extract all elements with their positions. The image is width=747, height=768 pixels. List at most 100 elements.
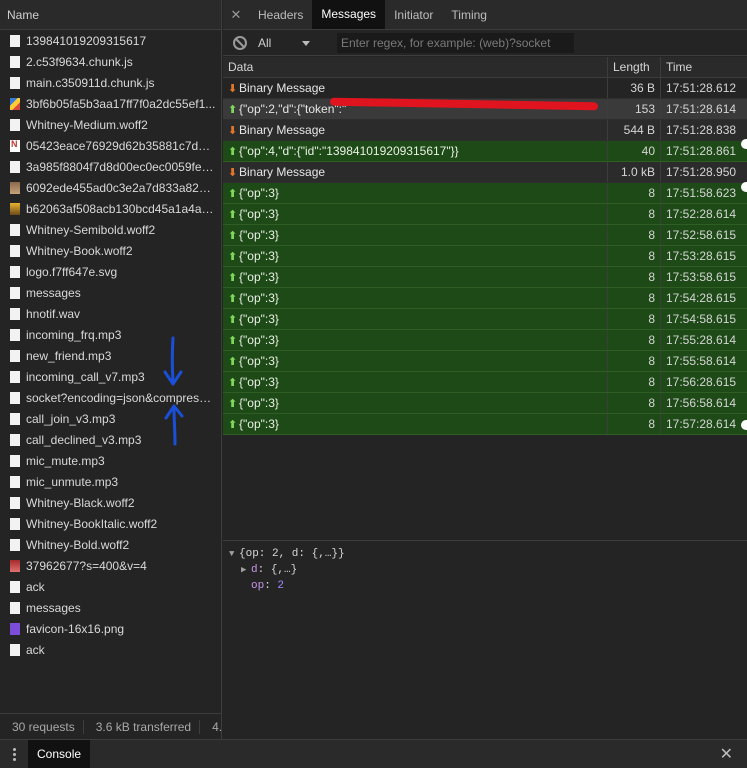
collapse-triangle-icon[interactable]: ▶ xyxy=(241,565,251,575)
message-time: 17:51:28.950 xyxy=(666,165,737,179)
message-row[interactable]: ⬆ {"op":3} 8 17:54:28.615 xyxy=(223,288,747,309)
close-icon[interactable]: ✕ xyxy=(223,0,249,29)
close-drawer-icon[interactable]: ✕ xyxy=(720,744,733,764)
resource-size: 4.6 xyxy=(212,719,221,734)
message-data-cell: ⬆ {"op":3} xyxy=(223,309,608,329)
length-column-header[interactable]: Length xyxy=(608,57,661,77)
message-row[interactable]: ⬆ {"op":4,"d":{"id":"139841019209315617"}… xyxy=(223,141,747,162)
request-row[interactable]: hnotif.wav xyxy=(0,303,221,324)
request-row[interactable]: 3bf6b05fa5b3aa17ff7f0a2dc55ef1... xyxy=(0,93,221,114)
expand-triangle-icon[interactable]: ▼ xyxy=(229,549,239,559)
request-name: 37962677?s=400&v=4 xyxy=(26,558,147,573)
message-data-cell: ⬆ {"op":3} xyxy=(223,225,608,245)
request-name: Whitney-Book.woff2 xyxy=(26,243,133,258)
request-row[interactable]: 3a985f8804f7d8d00ec0ec0059feff... xyxy=(0,156,221,177)
name-column-header[interactable]: Name xyxy=(0,0,221,30)
tab-initiator[interactable]: Initiator xyxy=(385,0,442,29)
message-length: 8 xyxy=(608,204,661,224)
request-row[interactable]: Whitney-BookItalic.woff2 xyxy=(0,513,221,534)
message-row[interactable]: ⬆ {"op":3} 8 17:52:28.614 xyxy=(223,204,747,225)
scroll-marker xyxy=(741,139,747,149)
preview-d-entry[interactable]: ▶ d : {,…} xyxy=(229,562,747,578)
sent-arrow-icon: ⬆ xyxy=(228,250,238,263)
request-row[interactable]: Whitney-Book.woff2 xyxy=(0,240,221,261)
request-name: 2.c53f9634.chunk.js xyxy=(26,54,133,69)
image-icon xyxy=(10,202,20,215)
message-row[interactable]: ⬆ {"op":3} 8 17:53:58.615 xyxy=(223,267,747,288)
message-row[interactable]: ⬇ Binary Message 544 B 17:51:28.838 xyxy=(223,120,747,141)
request-row[interactable]: 05423eace76929d62b35881c7d6c... xyxy=(0,135,221,156)
tab-timing[interactable]: Timing xyxy=(442,0,496,29)
message-length: 36 B xyxy=(608,78,661,98)
clear-messages-icon[interactable] xyxy=(233,35,247,50)
tab-headers[interactable]: Headers xyxy=(249,0,312,29)
request-row[interactable]: favicon-16x16.png xyxy=(0,618,221,639)
message-row[interactable]: ⬆ {"op":3} 8 17:56:58.614 xyxy=(223,393,747,414)
request-name: ack xyxy=(26,642,45,657)
doc-icon xyxy=(10,55,20,68)
request-row[interactable]: Whitney-Semibold.woff2 xyxy=(0,219,221,240)
message-row[interactable]: ⬆ {"op":3} 8 17:56:28.615 xyxy=(223,372,747,393)
message-row[interactable]: ⬇ Binary Message 1.0 kB 17:51:28.950 xyxy=(223,162,747,183)
message-length: 8 xyxy=(608,288,661,308)
message-row[interactable]: ⬆ {"op":3} 8 17:54:58.615 xyxy=(223,309,747,330)
filter-regex-input[interactable] xyxy=(337,32,574,53)
request-name: Whitney-Black.woff2 xyxy=(26,495,135,510)
message-time: 17:52:58.615 xyxy=(666,228,737,242)
tab-console[interactable]: Console xyxy=(28,740,91,768)
message-row[interactable]: ⬆ {"op":3} 8 17:51:58.623 xyxy=(223,183,747,204)
preview-root[interactable]: ▼ {op: 2, d: {,…}} xyxy=(229,546,747,562)
request-row[interactable]: main.c350911d.chunk.js xyxy=(0,72,221,93)
message-data: {"op":3} xyxy=(239,312,279,326)
request-name: messages xyxy=(26,600,81,615)
received-arrow-icon: ⬇ xyxy=(228,82,238,95)
request-row[interactable]: 6092ede455ad0c3e2a7d833a8226... xyxy=(0,177,221,198)
message-length: 8 xyxy=(608,246,661,266)
message-length: 544 B xyxy=(608,120,661,140)
sent-arrow-icon: ⬆ xyxy=(228,418,238,431)
request-name: mic_unmute.mp3 xyxy=(26,474,119,489)
message-row[interactable]: ⬆ {"op":3} 8 17:55:28.614 xyxy=(223,330,747,351)
image-icon xyxy=(10,139,20,152)
request-row[interactable]: mic_unmute.mp3 xyxy=(0,471,221,492)
doc-icon xyxy=(10,475,20,488)
message-row[interactable]: ⬆ {"op":3} 8 17:55:58.614 xyxy=(223,351,747,372)
message-row[interactable]: ⬆ {"op":3} 8 17:57:28.614 xyxy=(223,414,747,435)
message-data: {"op":3} xyxy=(239,291,279,305)
request-row[interactable]: Whitney-Medium.woff2 xyxy=(0,114,221,135)
request-name: ack xyxy=(26,579,45,594)
scroll-marker xyxy=(741,420,747,430)
message-row[interactable]: ⬆ {"op":3} 8 17:53:28.615 xyxy=(223,246,747,267)
request-row[interactable]: messages xyxy=(0,597,221,618)
request-row[interactable]: 37962677?s=400&v=4 xyxy=(0,555,221,576)
request-row[interactable]: ack xyxy=(0,639,221,660)
message-type-select[interactable]: All xyxy=(258,36,320,50)
data-column-header[interactable]: Data xyxy=(223,57,608,77)
request-name: 3a985f8804f7d8d00ec0ec0059feff... xyxy=(26,159,216,174)
message-data: {"op":3} xyxy=(239,186,279,200)
tab-messages[interactable]: Messages xyxy=(312,0,386,29)
status-bar: 30 requests 3.6 kB transferred 4.6 xyxy=(0,713,221,739)
preview-colon: : xyxy=(257,564,271,576)
more-options-icon[interactable] xyxy=(0,747,28,761)
doc-icon xyxy=(10,160,20,173)
request-name: Whitney-Bold.woff2 xyxy=(26,537,130,552)
request-name: Whitney-Semibold.woff2 xyxy=(26,222,156,237)
sent-arrow-icon: ⬆ xyxy=(228,145,238,158)
request-row[interactable]: Whitney-Black.woff2 xyxy=(0,492,221,513)
request-row[interactable]: ack xyxy=(0,576,221,597)
request-row[interactable]: 139841019209315617 xyxy=(0,30,221,51)
request-row[interactable]: b62063af508acb130bcd45a1a4a8... xyxy=(0,198,221,219)
request-row[interactable]: Whitney-Bold.woff2 xyxy=(0,534,221,555)
request-row[interactable]: mic_mute.mp3 xyxy=(0,450,221,471)
message-row[interactable]: ⬆ {"op":3} 8 17:52:58.615 xyxy=(223,225,747,246)
message-time: 17:51:28.614 xyxy=(666,102,737,116)
message-data-cell: ⬆ {"op":3} xyxy=(223,267,608,287)
message-row[interactable]: ⬇ Binary Message 36 B 17:51:28.612 xyxy=(223,78,747,99)
sent-arrow-icon: ⬆ xyxy=(228,229,238,242)
time-column-header[interactable]: Time xyxy=(661,57,747,77)
request-row[interactable]: 2.c53f9634.chunk.js xyxy=(0,51,221,72)
message-data-cell: ⬇ Binary Message xyxy=(223,162,608,182)
request-row[interactable]: logo.f7ff647e.svg xyxy=(0,261,221,282)
request-row[interactable]: messages xyxy=(0,282,221,303)
